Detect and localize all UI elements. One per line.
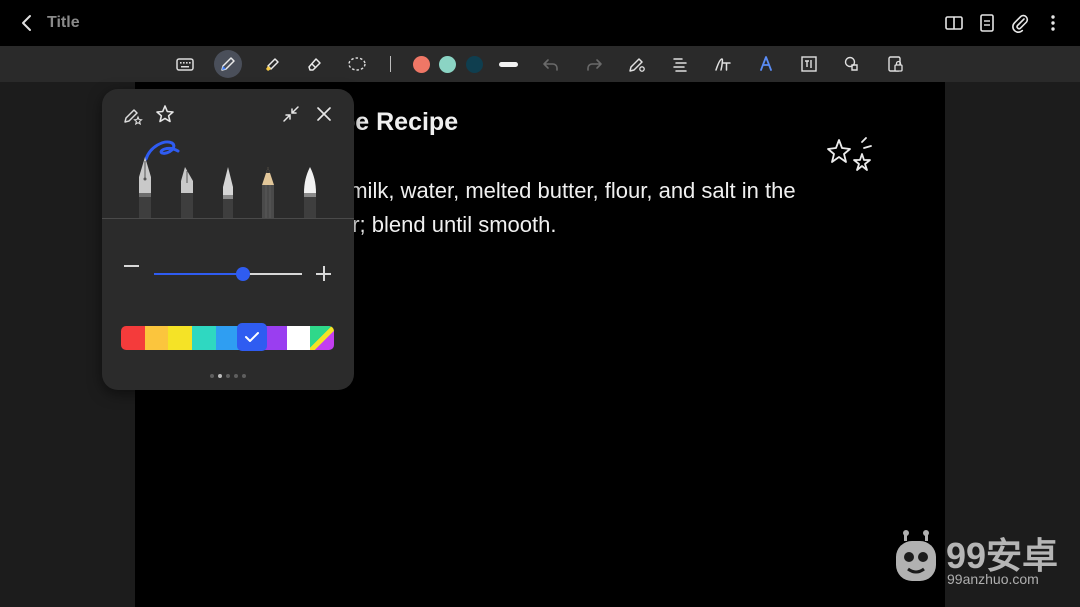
calligraphy-pen-icon[interactable] [179, 167, 195, 219]
collapse-icon[interactable] [280, 103, 302, 125]
palette-color-4[interactable] [192, 326, 216, 350]
pen-size-slider[interactable] [154, 267, 302, 281]
page-dot [242, 373, 246, 378]
page-dot [218, 373, 222, 378]
color-swatch-1[interactable] [413, 56, 430, 73]
color-swatch-2[interactable] [439, 56, 456, 73]
color-swatch-3[interactable] [466, 56, 483, 73]
pen-type-selector [102, 129, 354, 219]
redo-icon[interactable] [583, 53, 605, 75]
chevron-left-icon[interactable] [16, 12, 38, 34]
increase-size-button-vertical[interactable] [323, 266, 325, 281]
page-dot [226, 373, 230, 378]
eraser-icon[interactable] [303, 53, 325, 75]
pen-favorite-icon[interactable] [122, 104, 144, 126]
star-icon[interactable] [154, 103, 176, 125]
app-header: Title [0, 0, 1080, 46]
undo-icon[interactable] [540, 53, 562, 75]
text-style-icon[interactable] [755, 53, 777, 75]
watermark-logo [892, 527, 940, 589]
page-dot [210, 373, 214, 378]
sparkle-stars-drawing [822, 134, 878, 176]
palette-color-5[interactable] [215, 326, 240, 350]
stroke-thickness-button[interactable] [499, 62, 518, 67]
brush-pen-icon[interactable] [302, 167, 318, 219]
attach-icon[interactable] [1009, 12, 1031, 34]
palette-color-8[interactable] [286, 326, 311, 350]
color-palette [121, 326, 334, 350]
handwriting-to-text-icon[interactable] [712, 53, 734, 75]
ballpoint-pen-icon[interactable] [220, 167, 236, 219]
more-vertical-icon[interactable] [1042, 12, 1064, 34]
toolbar-divider [390, 56, 391, 72]
book-view-icon[interactable] [943, 12, 965, 34]
pencil-icon[interactable] [260, 167, 276, 219]
selected-color-check[interactable] [237, 323, 267, 351]
lasso-icon[interactable] [346, 53, 368, 75]
note-title[interactable]: Title [47, 14, 80, 32]
shapes-icon[interactable] [841, 53, 863, 75]
document-text-line-1: , milk, water, melted butter, flour, and… [337, 178, 796, 203]
palette-color-1[interactable] [121, 326, 145, 350]
slider-fill [154, 273, 243, 275]
page-list-icon[interactable] [976, 12, 998, 34]
document-text-line-2: er; blend until smooth. [340, 212, 557, 237]
highlighter-icon[interactable] [261, 53, 283, 75]
palette-color-2[interactable] [144, 326, 169, 350]
pen-selector-divider [102, 218, 354, 219]
page-dot [234, 373, 238, 378]
text-align-icon[interactable] [669, 53, 691, 75]
drawing-toolbar [0, 46, 1080, 82]
pen-icon[interactable] [217, 53, 239, 75]
decrease-size-button[interactable] [124, 265, 139, 267]
keyboard-icon[interactable] [174, 53, 196, 75]
slider-thumb[interactable] [235, 267, 250, 281]
close-icon[interactable] [313, 103, 335, 125]
more-colors-swatch[interactable] [310, 326, 334, 350]
fountain-pen-icon[interactable] [137, 157, 153, 219]
pen-settings-panel [102, 89, 354, 390]
lock-page-icon[interactable] [884, 53, 906, 75]
watermark-subtext: 99anzhuo.com [947, 571, 1039, 587]
palette-page-indicator [102, 367, 354, 378]
pen-settings-icon[interactable] [626, 53, 648, 75]
document-title: pe Recipe [340, 108, 459, 136]
insert-text-icon[interactable] [798, 53, 820, 75]
palette-color-3[interactable] [168, 326, 193, 350]
